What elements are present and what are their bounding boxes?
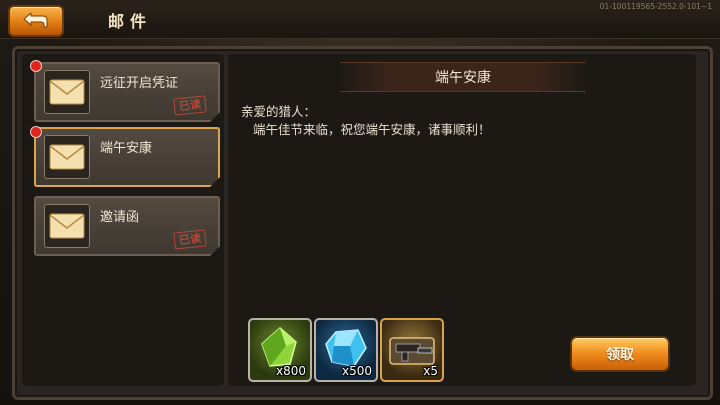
reward-quantity: x800 [275,364,306,378]
envelope-icon [49,79,85,105]
message-body: 端午佳节来临，祝您端午安康，诸事顺利！ [253,122,491,137]
version-label: 01-100119565-2552.0-101~1 [599,2,712,11]
read-stamp: 已读 [173,229,207,249]
mail-item-title: 邀请函 [100,210,140,225]
mail-item-title: 远征开启凭证 [100,76,179,91]
claim-button[interactable]: 领取 [570,336,670,372]
back-button[interactable] [8,5,64,37]
envelope-icon-frame [44,135,90,179]
unread-indicator [30,60,42,72]
mail-item-expedition[interactable]: 远征开启凭证 已读 [34,62,220,122]
message-title: 端午安康 [340,62,586,92]
reward-quantity: x500 [341,364,372,378]
reward-item[interactable]: x800 [248,318,312,382]
envelope-icon [49,213,85,239]
reward-quantity: x5 [423,364,438,378]
mail-item-title: 端午安康 [100,141,153,156]
back-arrow-icon [23,13,48,28]
message-greeting: 亲爱的猎人： [241,104,317,119]
envelope-icon [49,144,85,170]
top-bar: 邮件 01-100119565-2552.0-101~1 [0,0,720,39]
mail-item-invitation[interactable]: 邀请函 已读 [34,196,220,256]
mail-item-dragon-boat[interactable]: 端午安康 [34,127,220,187]
reward-item[interactable]: x500 [314,318,378,382]
envelope-icon-frame [44,70,90,114]
envelope-icon-frame [44,204,90,248]
unread-indicator [30,126,42,138]
page-title: 邮件 [108,12,153,31]
read-stamp: 已读 [173,95,207,115]
reward-item[interactable]: x5 [380,318,444,382]
